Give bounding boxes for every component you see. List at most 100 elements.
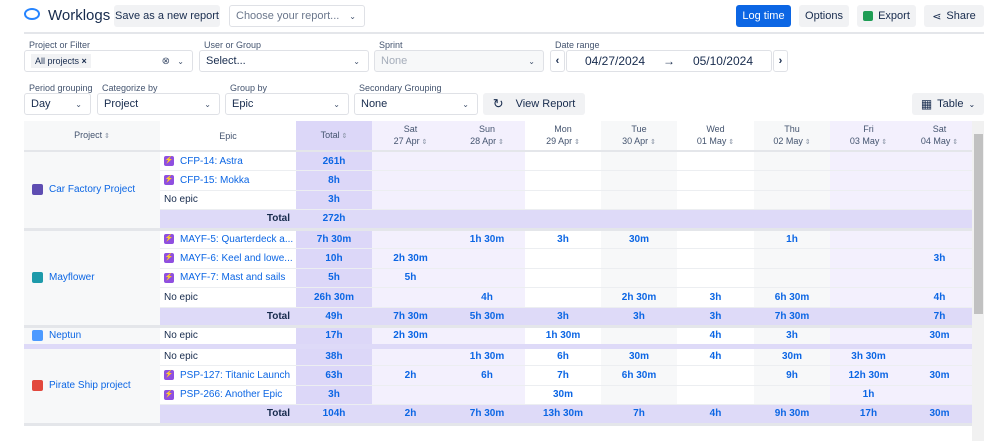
- log-time-button[interactable]: Log time: [736, 5, 791, 27]
- day-cell[interactable]: 4h: [677, 326, 754, 347]
- epic-link[interactable]: MAYF-5: Quarterdeck a...: [180, 234, 293, 245]
- day-total-cell[interactable]: 3h: [525, 307, 601, 327]
- sort-icon[interactable]: ⇕: [340, 133, 348, 140]
- column-day[interactable]: Mon 29 Apr ⇕: [525, 121, 601, 152]
- day-cell[interactable]: 4h: [907, 287, 972, 308]
- column-project[interactable]: Project ⇕: [24, 121, 160, 152]
- group-select[interactable]: Epic ⌄: [225, 93, 349, 115]
- column-day[interactable]: Fri 03 May ⇕: [830, 121, 907, 152]
- column-day[interactable]: Sat 27 Apr ⇕: [372, 121, 449, 152]
- day-cell[interactable]: 6h: [449, 365, 525, 386]
- clear-icon[interactable]: ⊗: [162, 56, 170, 67]
- total-cell[interactable]: 10h: [296, 248, 372, 269]
- total-cell[interactable]: 63h: [296, 365, 372, 386]
- user-filter-select[interactable]: Select... ⌄: [199, 50, 369, 72]
- column-total[interactable]: Total ⇕: [296, 121, 372, 152]
- day-cell[interactable]: 30m: [754, 346, 830, 366]
- total-cell[interactable]: 104h: [296, 404, 372, 425]
- day-cell[interactable]: 2h 30m: [372, 248, 449, 269]
- total-cell[interactable]: 5h: [296, 268, 372, 288]
- remove-chip-icon[interactable]: ×: [82, 56, 87, 66]
- export-button[interactable]: Export: [857, 5, 916, 27]
- day-cell[interactable]: 6h 30m: [754, 287, 830, 308]
- day-total-cell[interactable]: 17h: [830, 404, 907, 425]
- sort-icon[interactable]: ⇕: [879, 139, 887, 146]
- column-day[interactable]: Sun 28 Apr ⇕: [449, 121, 525, 152]
- total-cell[interactable]: 272h: [296, 209, 372, 230]
- categorize-select[interactable]: Project ⌄: [97, 93, 220, 115]
- day-cell[interactable]: 12h 30m: [830, 365, 907, 386]
- date-next-button[interactable]: ›: [773, 50, 788, 72]
- save-report-button[interactable]: Save as a new report: [114, 5, 220, 27]
- date-to[interactable]: 05/10/2024: [693, 54, 753, 68]
- day-cell[interactable]: 2h: [372, 365, 449, 386]
- project-link[interactable]: Mayflower: [49, 272, 95, 283]
- secondary-select[interactable]: None ⌄: [354, 93, 478, 115]
- sort-icon[interactable]: ⇕: [726, 139, 734, 146]
- day-total-cell[interactable]: 9h 30m: [754, 404, 830, 425]
- day-cell[interactable]: 1h 30m: [525, 326, 601, 347]
- column-day[interactable]: Wed 01 May ⇕: [677, 121, 754, 152]
- column-day[interactable]: Tue 30 Apr ⇕: [601, 121, 677, 152]
- day-cell[interactable]: 3h: [907, 248, 972, 269]
- project-link[interactable]: Pirate Ship project: [49, 380, 131, 391]
- epic-link[interactable]: CFP-14: Astra: [180, 156, 243, 167]
- share-button[interactable]: ⋖ Share: [924, 5, 984, 27]
- total-cell[interactable]: 17h: [296, 326, 372, 347]
- day-total-cell[interactable]: 7h 30m: [372, 307, 449, 327]
- project-chip[interactable]: All projects ×: [31, 54, 91, 68]
- view-mode-button[interactable]: ▦ Table ⌄: [912, 93, 984, 115]
- day-total-cell[interactable]: 13h 30m: [525, 404, 601, 425]
- day-total-cell[interactable]: 7h: [907, 307, 972, 327]
- day-cell[interactable]: 3h: [525, 229, 601, 249]
- day-cell[interactable]: 1h: [754, 229, 830, 249]
- day-cell[interactable]: 30m: [601, 229, 677, 249]
- day-total-cell[interactable]: 3h: [601, 307, 677, 327]
- sort-icon[interactable]: ⇕: [496, 139, 504, 146]
- total-cell[interactable]: 3h: [296, 385, 372, 405]
- date-range-input[interactable]: 04/27/2024 → 05/10/2024: [566, 50, 772, 72]
- epic-link[interactable]: PSP-127: Titanic Launch: [180, 370, 290, 381]
- sort-icon[interactable]: ⇕: [648, 139, 656, 146]
- options-button[interactable]: Options: [799, 5, 849, 27]
- total-cell[interactable]: 7h 30m: [296, 229, 372, 249]
- day-total-cell[interactable]: 7h 30m: [449, 404, 525, 425]
- total-cell[interactable]: 261h: [296, 151, 372, 171]
- view-report-button[interactable]: ↻ View Report: [483, 93, 585, 115]
- date-from[interactable]: 04/27/2024: [585, 54, 645, 68]
- day-total-cell[interactable]: 30m: [907, 404, 972, 425]
- day-total-cell[interactable]: 5h 30m: [449, 307, 525, 327]
- day-cell[interactable]: 6h: [525, 346, 601, 366]
- total-cell[interactable]: 8h: [296, 170, 372, 191]
- total-cell[interactable]: 38h: [296, 346, 372, 366]
- report-select[interactable]: Choose your report... ⌄: [229, 5, 365, 27]
- day-cell[interactable]: 2h 30m: [372, 326, 449, 347]
- day-cell[interactable]: 1h 30m: [449, 346, 525, 366]
- day-cell[interactable]: 3h: [677, 287, 754, 308]
- day-cell[interactable]: 4h: [677, 346, 754, 366]
- sort-icon[interactable]: ⇕: [803, 139, 811, 146]
- project-link[interactable]: Neptun: [49, 330, 81, 341]
- date-prev-button[interactable]: ‹: [550, 50, 565, 72]
- day-cell[interactable]: 6h 30m: [601, 365, 677, 386]
- sort-icon[interactable]: ⇕: [572, 139, 580, 146]
- total-cell[interactable]: 26h 30m: [296, 287, 372, 308]
- total-cell[interactable]: 3h: [296, 190, 372, 210]
- column-day[interactable]: Sat 04 May ⇕: [907, 121, 972, 152]
- column-day[interactable]: Thu 02 May ⇕: [754, 121, 830, 152]
- period-select[interactable]: Day ⌄: [24, 93, 91, 115]
- day-cell[interactable]: 1h 30m: [449, 229, 525, 249]
- day-cell[interactable]: 3h 30m: [830, 346, 907, 366]
- day-cell[interactable]: 30m: [525, 385, 601, 405]
- scrollbar-thumb[interactable]: [974, 134, 983, 314]
- epic-link[interactable]: MAYF-6: Keel and lowe...: [180, 253, 293, 264]
- day-cell[interactable]: 5h: [372, 268, 449, 288]
- sort-icon[interactable]: ⇕: [102, 133, 110, 140]
- epic-link[interactable]: PSP-266: Another Epic: [180, 389, 282, 400]
- day-cell[interactable]: 30m: [601, 346, 677, 366]
- project-link[interactable]: Car Factory Project: [49, 184, 135, 195]
- day-cell[interactable]: 2h 30m: [601, 287, 677, 308]
- day-total-cell[interactable]: 4h: [677, 404, 754, 425]
- day-cell[interactable]: 9h: [754, 365, 830, 386]
- total-cell[interactable]: 49h: [296, 307, 372, 327]
